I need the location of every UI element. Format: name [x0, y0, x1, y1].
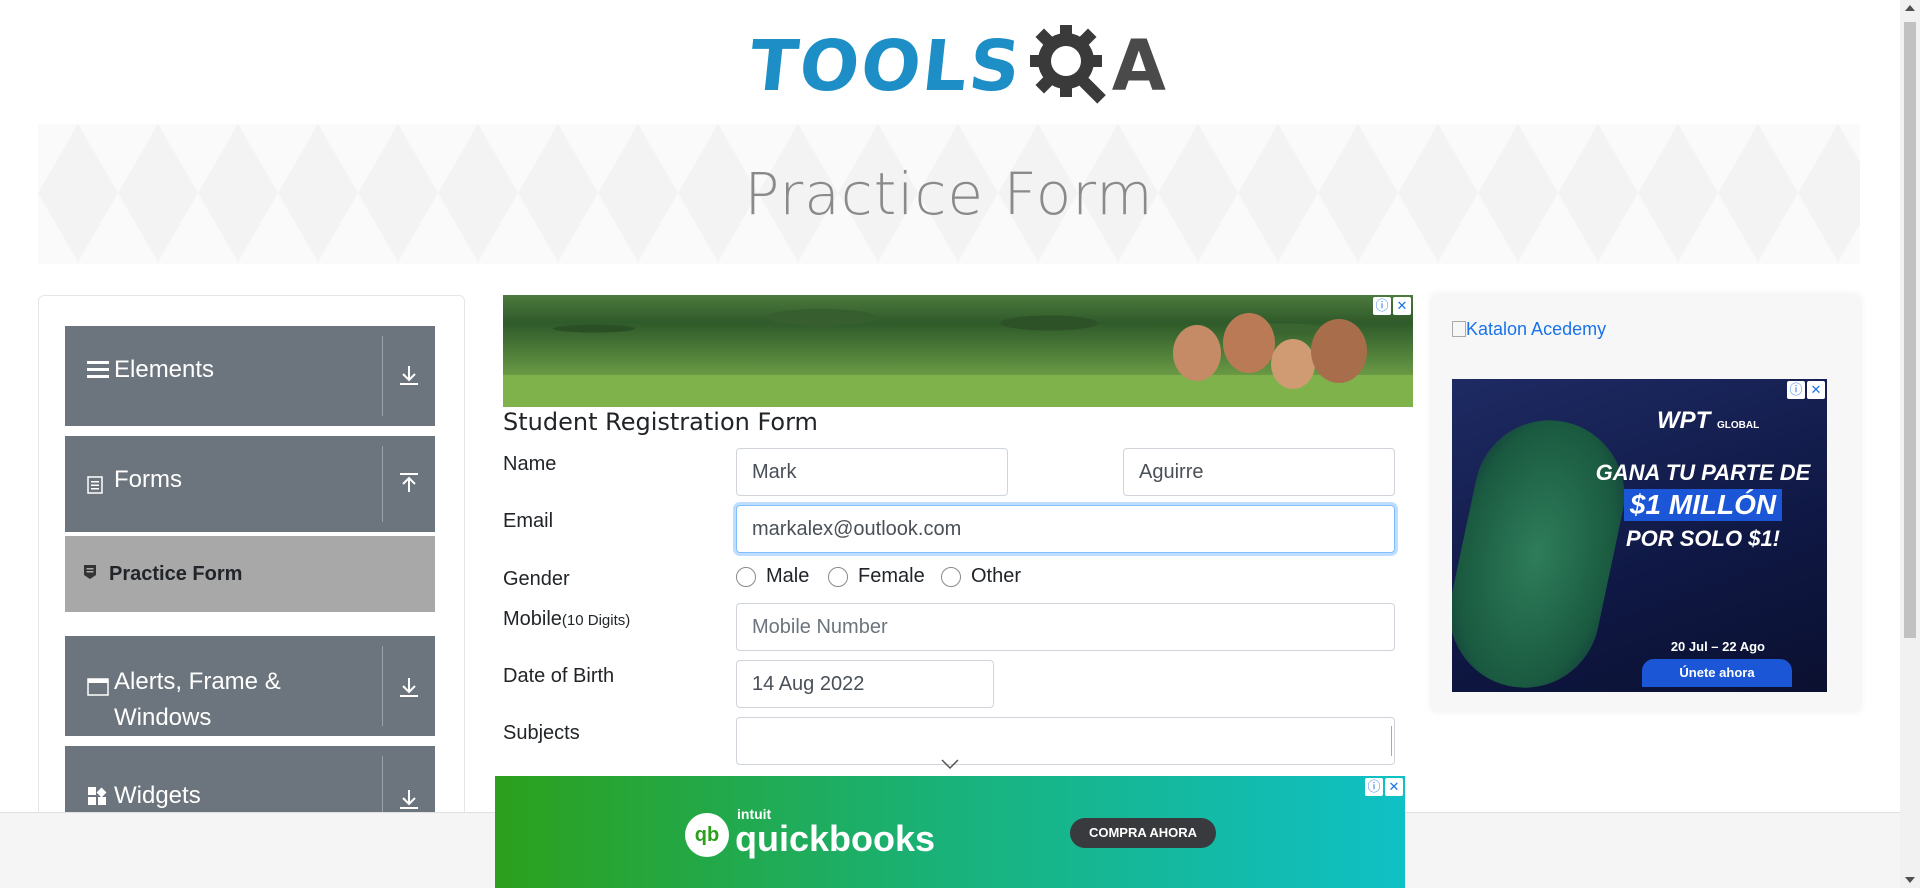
radio-label: Other [971, 565, 1022, 587]
email-label: Email [503, 510, 554, 532]
ad-controls: ⓘ ✕ [1787, 381, 1825, 399]
mobile-input[interactable]: Mobile Number [736, 603, 1395, 651]
katalon-ad-alt: Katalon Acedemy [1466, 319, 1607, 339]
subjects-input[interactable] [736, 717, 1395, 765]
mobile-label-text: Mobile [503, 608, 562, 630]
qb-circle-icon: qb [685, 813, 729, 857]
gender-label: Gender [503, 568, 570, 590]
logo-text-a: A [1111, 25, 1166, 107]
right-ad-column: Katalon Acedemy WPT GLOBAL GANA TU PARTE… [1432, 295, 1860, 711]
subjects-separator [1391, 726, 1392, 756]
page-banner: Practice Form [38, 124, 1860, 264]
upload-icon[interactable] [383, 472, 435, 494]
form-title: Student Registration Form [503, 408, 818, 436]
sidebar-group-alerts[interactable]: Alerts, Frame & Windows [65, 636, 435, 736]
gender-radio-male[interactable]: Male [736, 565, 809, 588]
scroll-up-icon[interactable] [1905, 5, 1915, 11]
gender-radio-other[interactable]: Other [941, 565, 1021, 588]
quickbooks-logo: qb intuit quickbooks [685, 806, 936, 860]
chevron-down-icon[interactable] [940, 758, 960, 770]
radio-label: Male [766, 565, 810, 587]
broken-image-icon [1452, 321, 1466, 337]
page: TOOLS A Practice Form Elements Forms Pra… [0, 0, 1920, 888]
mobile-hint: (10 Digits) [561, 612, 631, 629]
sidebar-item-label: Practice Form [109, 562, 243, 585]
dob-input[interactable]: 14 Aug 2022 [736, 660, 994, 708]
hamburger-icon [87, 360, 109, 386]
wpt-headline: GANA TU PARTE DE $1 MILLÓN POR SOLO $1! [1593, 457, 1813, 555]
sidebar: Elements Forms Practice Form Alerts, Fra… [38, 295, 465, 888]
ad-image-family [1153, 305, 1393, 405]
download-icon[interactable] [383, 364, 435, 386]
qb-cta-button[interactable]: COMPRA AHORA [1070, 818, 1216, 848]
radio-circle [941, 566, 961, 587]
download-icon[interactable] [383, 788, 435, 810]
wpt-dates: 20 Jul – 22 Ago [1670, 639, 1765, 654]
dob-label: Date of Birth [503, 665, 615, 687]
document-icon [87, 474, 103, 500]
radio-circle [828, 566, 848, 587]
wpt-cta-button[interactable]: Únete ahora [1642, 659, 1792, 687]
subjects-label: Subjects [503, 722, 580, 744]
info-icon[interactable]: ⓘ [1787, 381, 1805, 399]
info-icon[interactable]: ⓘ [1365, 778, 1383, 796]
info-icon[interactable]: ⓘ [1373, 297, 1391, 315]
quickbooks-ad[interactable]: qb intuit quickbooks COMPRA AHORA ⓘ ✕ [495, 776, 1405, 888]
wpt-headline-2: $1 MILLÓN [1623, 489, 1783, 521]
window-icon [87, 676, 109, 702]
radio-label: Female [858, 565, 925, 587]
sidebar-group-label: Widgets [114, 782, 201, 809]
close-icon[interactable]: ✕ [1807, 381, 1825, 399]
sidebar-group-elements[interactable]: Elements [65, 326, 435, 426]
gender-radio-female[interactable]: Female [828, 565, 925, 588]
sidebar-group-label: Alerts, Frame & Windows [114, 668, 281, 731]
close-icon[interactable]: ✕ [1385, 778, 1403, 796]
wpt-brand-sub: GLOBAL [1717, 420, 1760, 431]
sidebar-group-label: Forms [114, 466, 182, 493]
last-name-input[interactable]: Aguirre [1123, 448, 1395, 496]
wpt-ad[interactable]: WPT GLOBAL GANA TU PARTE DE $1 MILLÓN PO… [1452, 379, 1827, 692]
ad-controls: ⓘ ✕ [1373, 297, 1411, 315]
page-title: Practice Form [744, 160, 1154, 228]
gear-magnifier-icon [1029, 25, 1106, 104]
first-name-input[interactable]: Mark [736, 448, 1008, 496]
wpt-headline-1: GANA TU PARTE DE [1595, 460, 1811, 485]
toolsqa-logo[interactable]: TOOLS A [746, 18, 1166, 114]
wpt-headline-3: POR SOLO $1! [1625, 526, 1781, 551]
mobile-label: Mobile(10 Digits) [503, 608, 630, 631]
widgets-icon [87, 786, 107, 812]
sidebar-group-forms[interactable]: Forms [65, 436, 435, 532]
radio-circle [736, 566, 756, 587]
form-icon [83, 564, 99, 585]
qb-brand-text: quickbooks [735, 818, 936, 859]
qb-intuit-text: intuit [737, 806, 772, 822]
top-banner-ad[interactable]: ⓘ ✕ [503, 295, 1413, 407]
ad-controls: ⓘ ✕ [1365, 778, 1403, 796]
name-label: Name [503, 453, 557, 475]
wpt-brand: WPT GLOBAL [1657, 407, 1767, 445]
page-scrollbar[interactable] [1900, 0, 1920, 888]
sidebar-group-label: Elements [114, 356, 215, 383]
scrollbar-thumb[interactable] [1904, 22, 1916, 638]
wpt-brand-text: WPT [1657, 407, 1711, 434]
email-input[interactable]: markalex@outlook.com [736, 505, 1395, 553]
close-icon[interactable]: ✕ [1393, 297, 1411, 315]
download-icon[interactable] [383, 676, 435, 698]
katalon-ad-link[interactable]: Katalon Acedemy [1452, 319, 1606, 340]
sidebar-item-practice-form[interactable]: Practice Form [65, 536, 435, 612]
scroll-down-icon[interactable] [1905, 877, 1915, 883]
logo-text-tools: TOOLS [745, 25, 1027, 107]
